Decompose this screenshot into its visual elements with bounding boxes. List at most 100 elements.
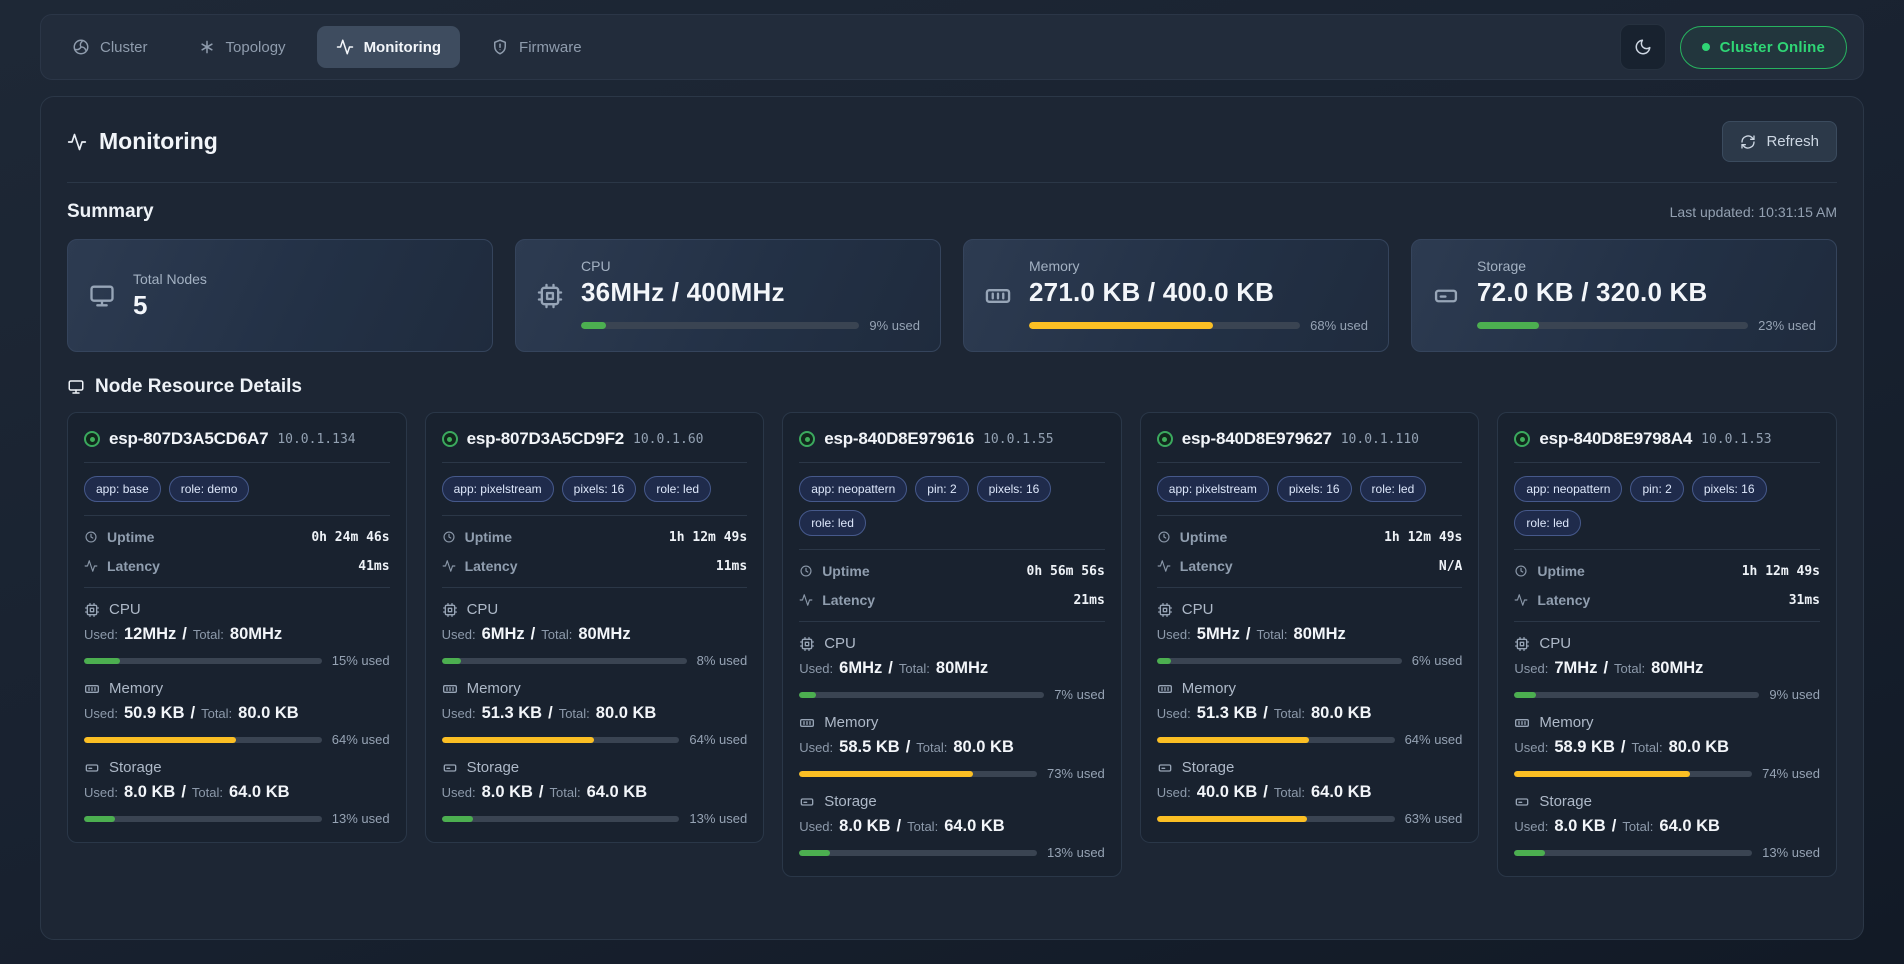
- total-value: 64.0 KB: [944, 817, 1005, 836]
- uptime-label: Uptime: [1180, 529, 1227, 545]
- slash: /: [1263, 783, 1268, 802]
- memory-icon: [799, 715, 815, 731]
- latency-label: Latency: [107, 558, 160, 574]
- tab-cluster[interactable]: Cluster: [53, 26, 167, 68]
- used-label: Used:: [442, 627, 476, 642]
- node-header: esp-807D3A5CD9F2 10.0.1.60: [442, 429, 748, 449]
- memory-icon: [84, 681, 100, 697]
- node-tag: role: led: [799, 510, 866, 536]
- tab-topology[interactable]: Topology: [179, 26, 305, 68]
- storage-section: Storage Used:40.0 KB/Total:64.0 KB 63% u…: [1157, 759, 1463, 826]
- clock-icon: [442, 530, 456, 544]
- resource-label: Storage: [109, 759, 162, 776]
- divider: [1157, 462, 1463, 463]
- resource-label: CPU: [824, 635, 856, 652]
- uptime-row: Uptime 1h 12m 49s: [442, 529, 748, 545]
- memory-progress-bar: [442, 737, 680, 743]
- memory-section: Memory Used:51.3 KB/Total:80.0 KB 64% us…: [442, 680, 748, 747]
- activity-icon: [336, 38, 354, 56]
- percent-used: 68% used: [1310, 318, 1368, 333]
- percent-used: 13% used: [1762, 845, 1820, 860]
- used-label: Used:: [1514, 661, 1548, 676]
- cpu-progress-bar: [799, 692, 1044, 698]
- resource-label: Memory: [1539, 714, 1593, 731]
- divider: [1514, 462, 1820, 463]
- uptime-row: Uptime 0h 24m 46s: [84, 529, 390, 545]
- used-value: 8.0 KB: [124, 783, 175, 802]
- tab-monitoring[interactable]: Monitoring: [317, 26, 460, 68]
- storage-progress-bar: [442, 816, 680, 822]
- resource-label: Memory: [1182, 680, 1236, 697]
- cpu-section: CPU Used:6MHz/Total:80MHz 8% used: [442, 601, 748, 668]
- resource-values: Used:7MHz/Total:80MHz: [1514, 659, 1820, 678]
- total-value: 80.0 KB: [1311, 704, 1372, 723]
- card-label: Memory: [1029, 258, 1368, 274]
- memory-progress-bar: [1157, 737, 1395, 743]
- card-value: 5: [133, 290, 472, 321]
- resource-values: Used:8.0 KB/Total:64.0 KB: [442, 783, 748, 802]
- total-value: 64.0 KB: [1311, 783, 1372, 802]
- node-header: esp-840D8E979616 10.0.1.55: [799, 429, 1105, 449]
- memory-progress-bar: [1029, 322, 1300, 329]
- percent-used: 13% used: [689, 811, 747, 826]
- node-tag: app: base: [84, 476, 161, 502]
- slash: /: [1263, 704, 1268, 723]
- activity-icon: [1157, 559, 1171, 573]
- divider: [67, 182, 1837, 183]
- refresh-button[interactable]: Refresh: [1722, 121, 1837, 162]
- percent-used: 74% used: [1762, 766, 1820, 781]
- storage-section: Storage Used:8.0 KB/Total:64.0 KB 13% us…: [799, 793, 1105, 860]
- slash: /: [1246, 625, 1251, 644]
- status-online-dot: [84, 431, 100, 447]
- uptime-value: 0h 24m 46s: [311, 530, 389, 545]
- theme-toggle-button[interactable]: [1620, 24, 1666, 70]
- percent-used: 23% used: [1758, 318, 1816, 333]
- memory-icon: [984, 282, 1012, 310]
- page-title: Monitoring: [99, 128, 218, 155]
- divider: [84, 587, 390, 588]
- memory-icon: [1157, 681, 1173, 697]
- status-online-dot: [799, 431, 815, 447]
- latency-label: Latency: [1180, 558, 1233, 574]
- divider: [442, 515, 748, 516]
- divider: [1157, 515, 1463, 516]
- resource-values: Used:51.3 KB/Total:80.0 KB: [442, 704, 748, 723]
- total-label: Total:: [550, 785, 581, 800]
- slash: /: [531, 625, 536, 644]
- tab-firmware[interactable]: Firmware: [472, 26, 601, 68]
- latency-row: Latency 31ms: [1514, 592, 1820, 608]
- activity-icon: [1514, 593, 1528, 607]
- storage-section: Storage Used:8.0 KB/Total:64.0 KB 13% us…: [442, 759, 748, 826]
- used-value: 51.3 KB: [1197, 704, 1258, 723]
- used-label: Used:: [799, 661, 833, 676]
- hard-drive-icon: [799, 794, 815, 810]
- cpu-icon: [84, 602, 100, 618]
- used-value: 50.9 KB: [124, 704, 185, 723]
- node-tag: app: neopattern: [799, 476, 907, 502]
- memory-progress-bar: [84, 737, 322, 743]
- topology-icon: [198, 38, 216, 56]
- activity-icon: [442, 559, 456, 573]
- node-header: esp-840D8E9798A4 10.0.1.53: [1514, 429, 1820, 449]
- cpu-progress-bar: [84, 658, 322, 664]
- used-value: 58.5 KB: [839, 738, 900, 757]
- node-ip: 10.0.1.53: [1701, 432, 1771, 447]
- activity-icon: [67, 132, 87, 152]
- node-ip: 10.0.1.110: [1341, 432, 1419, 447]
- divider: [442, 587, 748, 588]
- resource-label: Storage: [824, 793, 877, 810]
- resource-values: Used:5MHz/Total:80MHz: [1157, 625, 1463, 644]
- total-label: Total:: [899, 661, 930, 676]
- uptime-label: Uptime: [1537, 563, 1584, 579]
- online-dot-icon: [1702, 43, 1710, 51]
- resource-label: CPU: [1539, 635, 1571, 652]
- used-value: 7MHz: [1554, 659, 1597, 678]
- slash: /: [897, 817, 902, 836]
- resource-label: Storage: [1182, 759, 1235, 776]
- topbar-right: Cluster Online: [1620, 24, 1847, 70]
- total-value: 80MHz: [1294, 625, 1346, 644]
- uptime-row: Uptime 0h 56m 56s: [799, 563, 1105, 579]
- resource-values: Used:8.0 KB/Total:64.0 KB: [799, 817, 1105, 836]
- used-value: 8.0 KB: [839, 817, 890, 836]
- used-label: Used:: [84, 785, 118, 800]
